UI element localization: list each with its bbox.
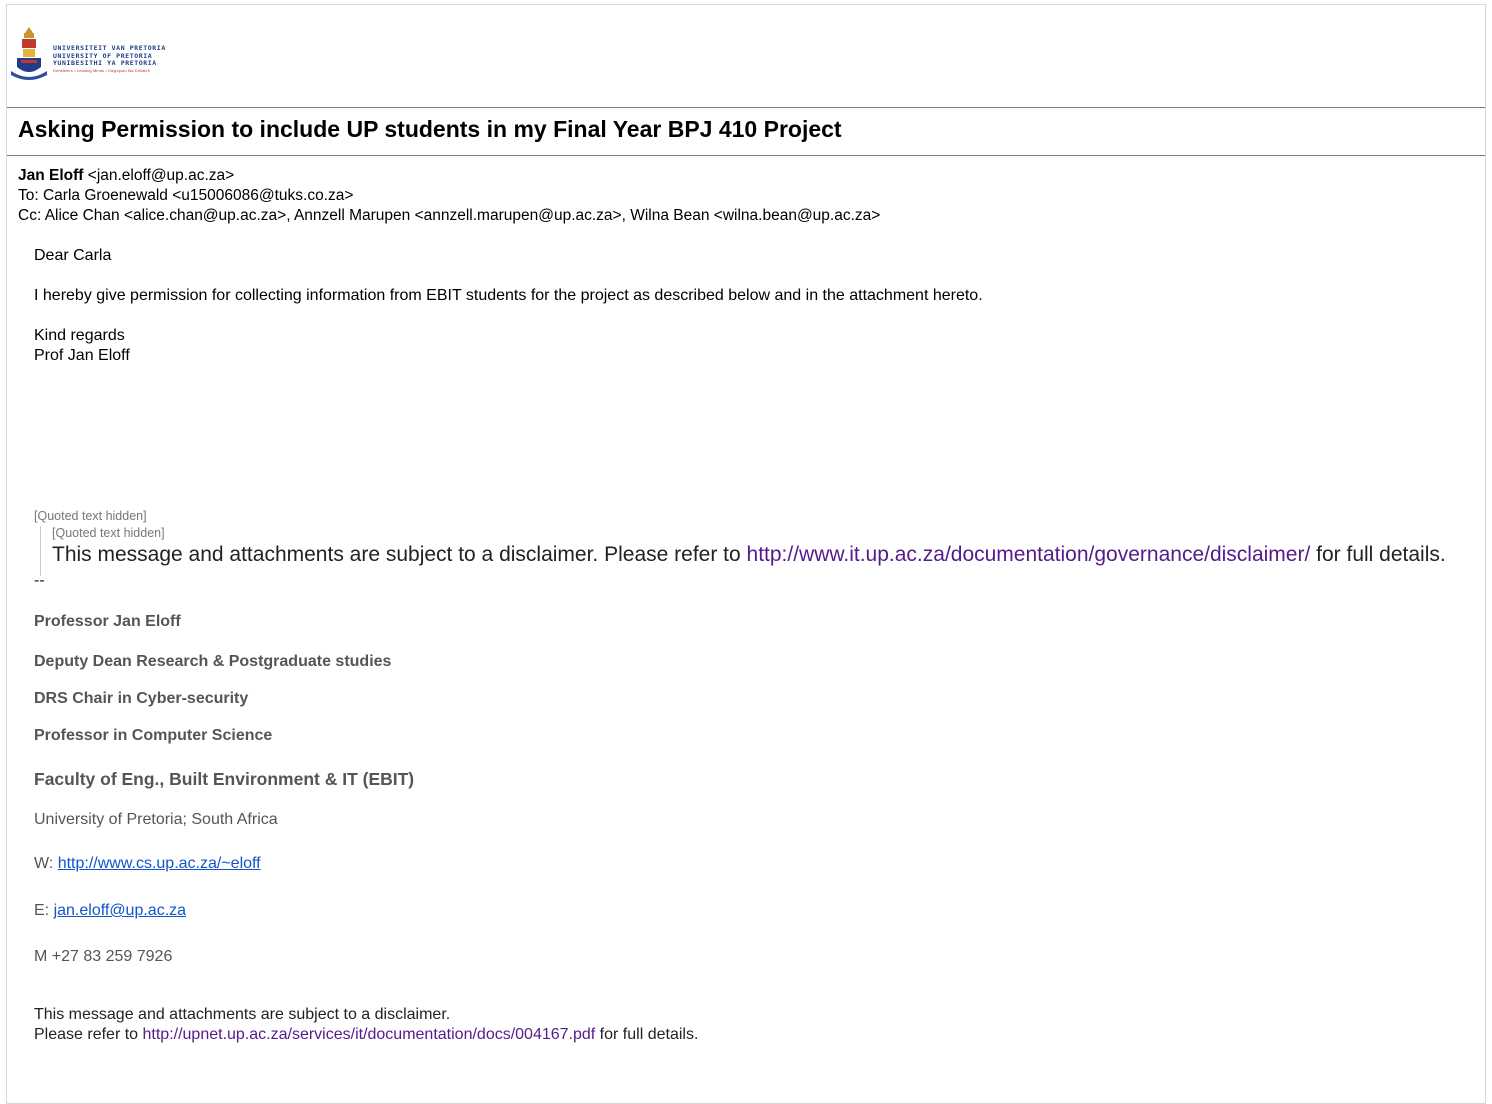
footer-line-2: Please refer to http://upnet.up.ac.za/se… (34, 1025, 698, 1045)
email-subject: Asking Permission to include UP students… (18, 116, 842, 142)
email-print-view: UNIVERSITEIT VAN PRETORIA UNIVERSITY OF … (6, 4, 1486, 1104)
logo-wordmark: UNIVERSITEIT VAN PRETORIA UNIVERSITY OF … (53, 44, 166, 74)
header-divider (7, 107, 1485, 108)
footer-prefix: Please refer to (34, 1026, 143, 1043)
disclaimer-suffix: for full details. (1310, 543, 1446, 566)
quoted-text-hidden[interactable]: [Quoted text hidden] (34, 509, 147, 523)
web-label: W: (34, 855, 58, 872)
sender-name: Jan Eloff (18, 167, 84, 184)
email-meta: Jan Eloff <jan.eloff@up.ac.za> To: Carla… (18, 166, 880, 226)
cc-line: Cc: Alice Chan <alice.chan@up.ac.za>, An… (18, 207, 881, 224)
signature-mobile: M +27 83 259 7926 (34, 948, 173, 965)
footer-suffix: for full details. (595, 1026, 699, 1043)
greeting: Dear Carla (34, 247, 112, 264)
disclaimer-link[interactable]: http://www.it.up.ac.za/documentation/gov… (747, 543, 1311, 566)
footer-disclaimer-link[interactable]: http://upnet.up.ac.za/services/it/docume… (143, 1026, 596, 1043)
email-body: Dear Carla I hereby give permission for … (34, 246, 983, 366)
signature-title-3: Professor in Computer Science (34, 727, 273, 744)
university-crest-icon (11, 27, 47, 80)
recipient-line: To: Carla Groenewald <u15006086@tuks.co.… (18, 187, 354, 204)
signature-name: Professor Jan Eloff (34, 613, 181, 630)
quoted-text-hidden-nested[interactable]: [Quoted text hidden] (52, 526, 1480, 541)
email-link[interactable]: jan.eloff@up.ac.za (54, 902, 186, 919)
signature-university: University of Pretoria; South Africa (34, 811, 278, 828)
footer-disclaimer: This message and attachments are subject… (34, 1005, 698, 1045)
sender-address: <jan.eloff@up.ac.za> (87, 167, 235, 184)
web-link[interactable]: http://www.cs.up.ac.za/~eloff (58, 855, 261, 872)
closing: Kind regards (34, 327, 125, 344)
signature-title-1: Deputy Dean Research & Postgraduate stud… (34, 653, 392, 670)
signature-web: W: http://www.cs.up.ac.za/~eloff (34, 855, 261, 873)
signature-email: E: jan.eloff@up.ac.za (34, 902, 186, 920)
body-paragraph: I hereby give permission for collecting … (34, 287, 983, 304)
disclaimer-notice: This message and attachments are subject… (52, 541, 1480, 569)
logo-motto: Denkleiers • Leading Minds • Dikgopolo t… (53, 67, 150, 73)
signature-faculty: Faculty of Eng., Built Environment & IT … (34, 769, 415, 789)
logo-line-3: YUNIBESITHI YA PRETORIA (53, 59, 157, 67)
signature-title-2: DRS Chair in Cyber-security (34, 690, 249, 707)
email-label: E: (34, 902, 54, 919)
footer-line-1: This message and attachments are subject… (34, 1006, 451, 1023)
disclaimer-text: This message and attachments are subject… (52, 543, 747, 566)
quote-block: [Quoted text hidden] This message and at… (40, 526, 1480, 576)
subject-divider (7, 155, 1485, 156)
university-logo: UNIVERSITEIT VAN PRETORIA UNIVERSITY OF … (9, 23, 209, 87)
signoff: Prof Jan Eloff (34, 347, 130, 364)
sender-line: Jan Eloff <jan.eloff@up.ac.za> (18, 166, 880, 186)
signature-separator: -- (34, 572, 45, 589)
